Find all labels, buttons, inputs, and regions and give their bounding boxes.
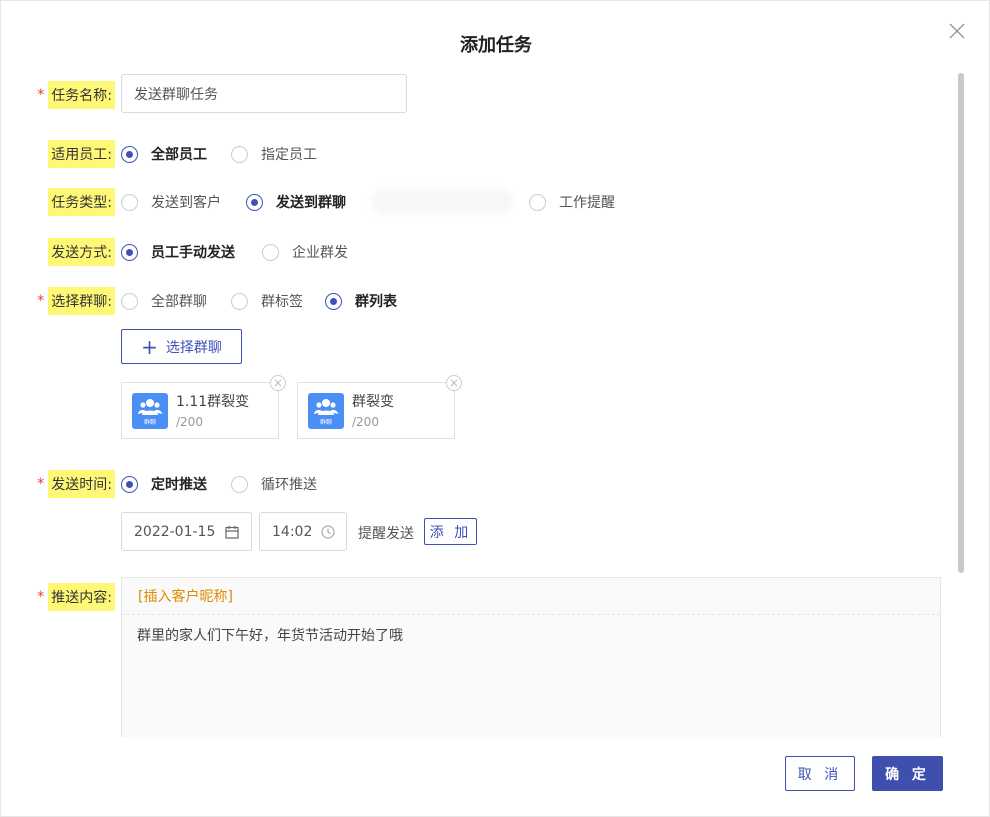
group-avatar: 群聊 xyxy=(308,393,344,429)
radio-label: 全部员工 xyxy=(151,147,207,163)
radio-all-staff[interactable]: 全部员工 xyxy=(121,144,207,164)
required-mark: * xyxy=(37,293,45,309)
radio-circle xyxy=(262,243,279,261)
radio-enterprise-broadcast[interactable]: 企业群发 xyxy=(262,242,348,262)
radio-scheduled-push[interactable]: 定时推送 xyxy=(121,474,207,494)
radio-all-groups[interactable]: 全部群聊 xyxy=(121,291,207,311)
radio-label: 群标签 xyxy=(261,294,303,310)
cancel-button[interactable]: 取 消 xyxy=(785,756,855,791)
remove-group-icon[interactable] xyxy=(446,375,462,391)
task-name-label: 任务名称: xyxy=(48,81,115,109)
group-select-label: 选择群聊: xyxy=(48,287,115,315)
radio-label: 全部群聊 xyxy=(151,294,207,310)
content-label: 推送内容: xyxy=(48,583,115,611)
radio-send-to-group[interactable]: 发送到群聊 xyxy=(246,192,346,212)
radio-circle xyxy=(231,145,248,163)
insert-nickname-link[interactable]: [插入客户昵称] xyxy=(138,586,233,606)
close-icon[interactable] xyxy=(947,21,967,41)
radio-send-to-customer[interactable]: 发送到客户 xyxy=(121,192,221,212)
date-picker-input[interactable]: 2022-01-15 xyxy=(121,512,252,551)
add-task-dialog: 添加任务 * 任务名称: 发送群聊任务 适用员工: 全部员工 指定员工 任务类型… xyxy=(0,0,990,817)
task-name-label-wrap: * 任务名称: xyxy=(1,81,115,109)
radio-circle xyxy=(121,475,138,493)
group-people-icon xyxy=(314,399,338,415)
send-time-label-wrap: * 发送时间: xyxy=(1,470,115,498)
group-name: 1.11群裂变 xyxy=(176,394,250,410)
task-type-label: 任务类型: xyxy=(48,188,115,216)
radio-circle xyxy=(121,292,138,310)
send-method-label: 发送方式: xyxy=(48,238,115,266)
avatar-text: 群聊 xyxy=(143,419,156,426)
radio-circle xyxy=(121,145,138,163)
group-select-label-wrap: * 选择群聊: xyxy=(1,287,115,315)
select-group-button[interactable]: + 选择群聊 xyxy=(121,329,242,364)
select-group-label: 选择群聊 xyxy=(165,339,222,356)
radio-specific-staff[interactable]: 指定员工 xyxy=(231,144,317,164)
group-count: /200 xyxy=(352,415,379,429)
task-name-input[interactable]: 发送群聊任务 xyxy=(121,74,407,113)
radio-circle xyxy=(529,193,546,211)
content-editor[interactable]: [插入客户昵称] 群里的家人们下午好，年货节活动开始了哦 xyxy=(121,577,941,737)
radio-label: 定时推送 xyxy=(151,477,207,493)
content-label-wrap: * 推送内容: xyxy=(1,583,115,611)
dialog-title: 添加任务 xyxy=(460,35,532,56)
add-remind-label: 添 加 xyxy=(429,524,472,541)
editor-toolbar: [插入客户昵称] xyxy=(122,578,940,615)
radio-label: 员工手动发送 xyxy=(151,245,235,261)
editor-content[interactable]: 群里的家人们下午好，年货节活动开始了哦 xyxy=(122,615,940,655)
send-method-label-wrap: 发送方式: xyxy=(1,238,115,266)
radio-manual-send[interactable]: 员工手动发送 xyxy=(121,242,235,262)
radio-label: 发送到群聊 xyxy=(276,195,346,211)
radio-group-list[interactable]: 群列表 xyxy=(325,291,397,311)
radio-label: 群列表 xyxy=(355,294,397,310)
plus-icon: + xyxy=(141,334,158,359)
date-value: 2022-01-15 xyxy=(134,523,216,540)
avatar-text: 群聊 xyxy=(319,419,332,426)
time-picker-input[interactable]: 14:02 xyxy=(259,512,347,551)
task-type-label-wrap: 任务类型: xyxy=(1,188,115,216)
radio-circle xyxy=(121,243,138,261)
radio-label: 发送到客户 xyxy=(151,195,221,211)
radio-label: 企业群发 xyxy=(292,245,348,261)
radio-recurring-push[interactable]: 循环推送 xyxy=(231,474,317,494)
radio-group-tags[interactable]: 群标签 xyxy=(231,291,303,311)
clock-icon xyxy=(321,525,335,539)
radio-label: 循环推送 xyxy=(261,477,317,493)
calendar-icon xyxy=(225,526,239,539)
group-avatar: 群聊 xyxy=(132,393,168,429)
radio-work-reminder[interactable]: 工作提醒 xyxy=(529,192,615,212)
required-mark: * xyxy=(37,87,45,103)
required-mark: * xyxy=(37,476,45,492)
radio-circle xyxy=(246,193,263,211)
radio-label: 指定员工 xyxy=(261,147,317,163)
staff-label: 适用员工: xyxy=(48,140,115,168)
radio-label: 工作提醒 xyxy=(559,195,615,211)
time-value: 14:02 xyxy=(272,523,313,540)
group-card: 群聊 群裂变 /200 xyxy=(297,375,462,439)
radio-circle xyxy=(325,292,342,310)
scrollbar[interactable] xyxy=(958,73,964,573)
group-name: 群裂变 xyxy=(352,394,394,410)
staff-label-wrap: 适用员工: xyxy=(1,140,115,168)
remove-group-icon[interactable] xyxy=(270,375,286,391)
group-card: 群聊 1.11群裂变 /200 xyxy=(121,375,286,439)
add-remind-button[interactable]: 添 加 xyxy=(424,518,477,545)
radio-circle xyxy=(231,475,248,493)
group-count: /200 xyxy=(176,415,203,429)
task-name-value: 发送群聊任务 xyxy=(134,86,218,103)
remind-send-text: 提醒发送 xyxy=(358,526,414,542)
send-time-label: 发送时间: xyxy=(48,470,115,498)
radio-circle xyxy=(231,292,248,310)
radio-circle xyxy=(121,193,138,211)
blurred-region xyxy=(371,188,513,214)
group-people-icon xyxy=(138,399,162,415)
confirm-button[interactable]: 确 定 xyxy=(872,756,943,791)
required-mark: * xyxy=(37,589,45,605)
